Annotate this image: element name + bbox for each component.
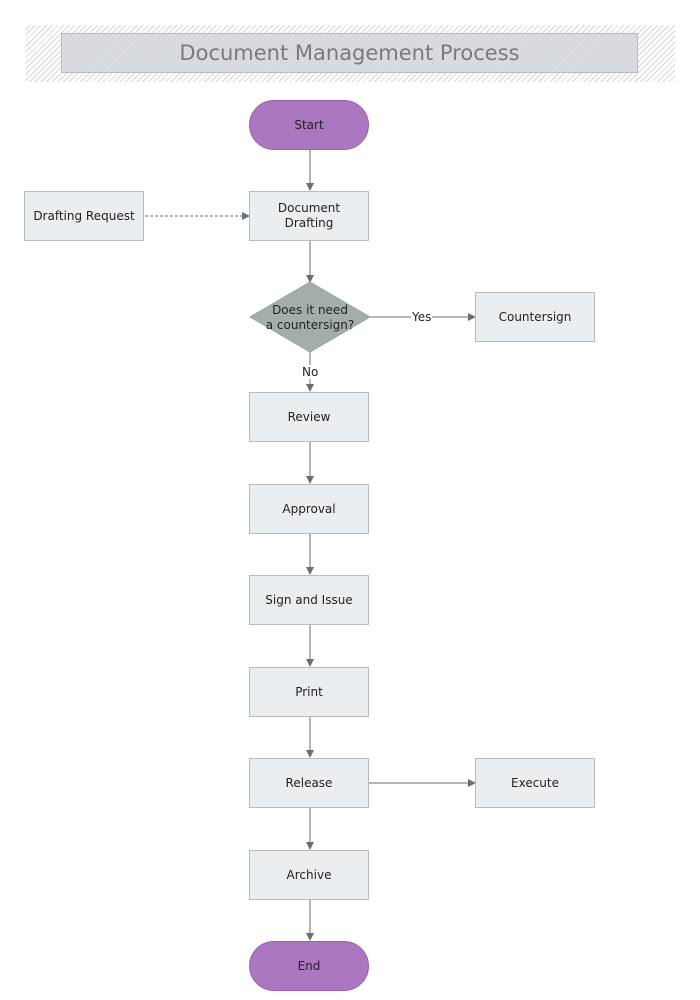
execute-label: Execute: [511, 775, 559, 790]
no-label: No: [301, 365, 320, 379]
countersign-node[interactable]: Countersign: [475, 292, 595, 342]
document-drafting-label: Document Drafting: [277, 201, 341, 230]
start-label: Start: [294, 117, 324, 132]
end-label: End: [297, 958, 321, 973]
drafting-request-label: Drafting Request: [33, 208, 135, 223]
approval-label: Approval: [282, 501, 336, 516]
archive-label: Archive: [286, 867, 332, 882]
sign-issue-label: Sign and Issue: [265, 592, 353, 607]
yes-label: Yes: [411, 310, 433, 324]
print-label: Print: [295, 684, 323, 699]
archive-node[interactable]: Archive: [249, 850, 369, 900]
countersign-label: Countersign: [498, 309, 572, 324]
document-drafting-node[interactable]: Document Drafting: [249, 191, 369, 241]
start-node[interactable]: Start: [249, 100, 369, 150]
print-node[interactable]: Print: [249, 667, 369, 717]
end-node[interactable]: End: [249, 941, 369, 991]
review-label: Review: [287, 409, 331, 424]
execute-node[interactable]: Execute: [475, 758, 595, 808]
decision-label[interactable]: Does it need a countersign?: [250, 303, 370, 333]
release-label: Release: [285, 775, 333, 790]
drafting-request-node[interactable]: Drafting Request: [24, 191, 144, 241]
release-node[interactable]: Release: [249, 758, 369, 808]
review-node[interactable]: Review: [249, 392, 369, 442]
sign-issue-node[interactable]: Sign and Issue: [249, 575, 369, 625]
approval-node[interactable]: Approval: [249, 484, 369, 534]
